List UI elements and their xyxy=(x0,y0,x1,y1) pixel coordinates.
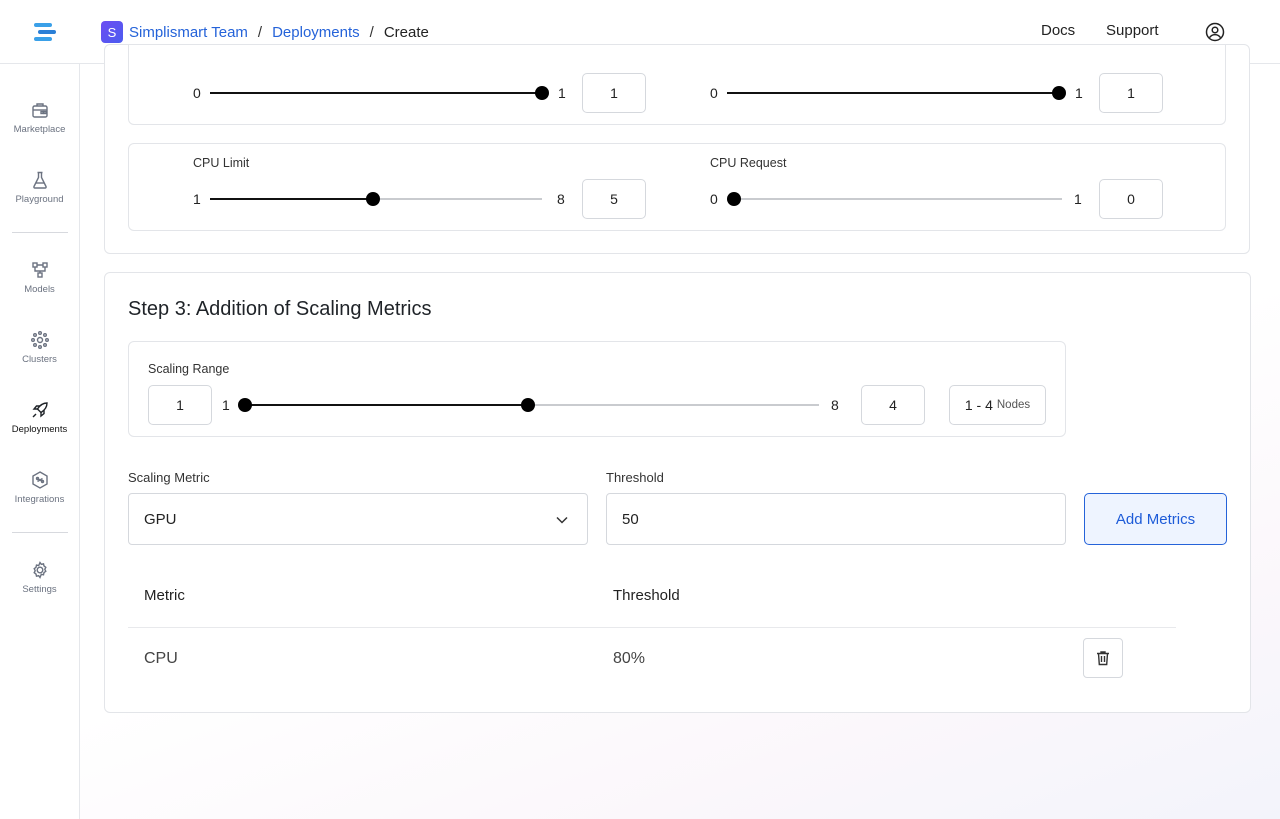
scaling-range-fill xyxy=(245,404,528,406)
breadcrumb-separator: / xyxy=(257,23,263,41)
threshold-label: Threshold xyxy=(606,470,664,485)
add-metrics-button[interactable]: Add Metrics xyxy=(1084,493,1227,545)
table-cell-metric: CPU xyxy=(144,650,178,667)
slider-value-input[interactable]: 1 xyxy=(582,73,646,113)
breadcrumb-deployments-link[interactable]: Deployments xyxy=(272,24,360,41)
scaling-range-high-input[interactable]: 4 xyxy=(861,385,925,425)
threshold-input[interactable]: 50 xyxy=(606,493,1066,545)
trash-icon xyxy=(1097,651,1109,666)
table-divider xyxy=(128,627,1176,628)
table-cell-threshold: 80% xyxy=(613,650,646,667)
sidebar-item-label: Marketplace xyxy=(13,124,66,135)
slider-fill xyxy=(727,92,1059,94)
models-icon xyxy=(31,262,48,278)
docs-link[interactable]: Docs xyxy=(1041,22,1075,39)
breadcrumb-current: Create xyxy=(383,23,429,41)
slider-max-label: 1 xyxy=(1075,85,1083,101)
marketplace-icon xyxy=(31,103,48,118)
cpu-limit-min: 1 xyxy=(193,191,201,207)
scaling-metric-label: Scaling Metric xyxy=(128,470,210,485)
cpu-request-max: 1 xyxy=(1074,191,1082,207)
scaling-metric-select[interactable]: GPU xyxy=(128,493,588,545)
step3-card: Step 3: Addition of Scaling Metrics Scal… xyxy=(104,272,1251,713)
breadcrumb-team-link[interactable]: Simplismart Team xyxy=(129,24,248,41)
team-avatar: S xyxy=(101,21,123,43)
sidebar-item-integrations[interactable]: Integrations xyxy=(0,470,79,520)
cpu-request-track[interactable] xyxy=(734,198,1062,200)
sidebar-item-playground[interactable]: Playground xyxy=(0,170,79,220)
sidebar-item-deployments[interactable]: Deployments xyxy=(0,400,79,450)
sidebar-item-clusters[interactable]: Clusters xyxy=(0,330,79,380)
cpu-limit-max: 8 xyxy=(557,191,565,207)
cpu-request-min: 0 xyxy=(710,191,718,207)
scaling-range-min: 1 xyxy=(222,397,230,413)
slider-min-label: 0 xyxy=(193,85,201,101)
cpu-request-thumb[interactable] xyxy=(727,192,741,206)
sidebar-item-label: Deployments xyxy=(11,424,68,435)
delete-metric-button[interactable] xyxy=(1083,638,1123,678)
breadcrumb-separator: / xyxy=(369,23,374,41)
scaling-range-summary-unit: Nodes xyxy=(996,399,1031,411)
slider-fill xyxy=(210,92,542,94)
resource-row-cpu: CPU Limit 1 8 5 CPU Request 0 1 0 xyxy=(128,143,1226,231)
sidebar: Marketplace Playground Models Clusters D… xyxy=(0,64,80,819)
step3-title: Step 3: Addition of Scaling Metrics xyxy=(128,298,432,320)
resource-row-top: 0 1 1 0 1 1 xyxy=(128,45,1226,125)
cpu-limit-input[interactable]: 5 xyxy=(582,179,646,219)
scaling-range-card: Scaling Range 1 1 8 4 1 - 4 Nodes xyxy=(128,341,1066,437)
sidebar-item-label: Playground xyxy=(15,194,64,205)
sidebar-item-models[interactable]: Models xyxy=(0,260,79,310)
sidebar-item-label: Models xyxy=(24,284,55,295)
sidebar-item-label: Settings xyxy=(22,584,57,595)
flask-icon xyxy=(32,171,47,189)
scaling-range-low-input[interactable]: 1 xyxy=(148,385,212,425)
scaling-metric-value: GPU xyxy=(144,510,177,528)
integrations-icon xyxy=(31,471,48,489)
main-content: 0 1 1 0 1 1 CPU Limit 1 8 5 CPU Request … xyxy=(80,44,1280,819)
scaling-range-max: 8 xyxy=(831,397,839,413)
user-account-icon[interactable] xyxy=(1205,22,1225,42)
chevron-down-icon xyxy=(556,516,568,524)
support-link[interactable]: Support xyxy=(1106,22,1159,39)
slider-thumb[interactable] xyxy=(1052,86,1066,100)
sidebar-item-settings[interactable]: Settings xyxy=(0,560,79,610)
table-header-metric: Metric xyxy=(144,587,185,604)
step2-card: 0 1 1 0 1 1 CPU Limit 1 8 5 CPU Request … xyxy=(104,44,1250,254)
slider-max-label: 1 xyxy=(558,85,566,101)
cpu-limit-fill xyxy=(210,198,373,200)
slider-thumb[interactable] xyxy=(535,86,549,100)
sidebar-divider xyxy=(12,532,68,533)
table-header-threshold: Threshold xyxy=(613,587,680,604)
sidebar-divider xyxy=(12,232,68,233)
cpu-request-label: CPU Request xyxy=(710,156,787,170)
slider-value-input[interactable]: 1 xyxy=(1099,73,1163,113)
clusters-icon xyxy=(30,331,49,349)
sidebar-item-label: Clusters xyxy=(22,354,57,365)
cpu-limit-label: CPU Limit xyxy=(193,156,250,170)
breadcrumb: S Simplismart Team / Deployments / Creat… xyxy=(101,21,429,43)
scaling-range-low-thumb[interactable] xyxy=(238,398,252,412)
rocket-icon xyxy=(32,402,48,418)
sidebar-item-label: Integrations xyxy=(14,494,65,505)
sidebar-item-marketplace[interactable]: Marketplace xyxy=(0,100,79,150)
scaling-range-summary: 1 - 4 Nodes xyxy=(949,385,1046,425)
slider-min-label: 0 xyxy=(710,85,718,101)
scaling-range-summary-value: 1 - 4 xyxy=(964,397,993,413)
scaling-range-label: Scaling Range xyxy=(148,362,230,376)
gear-icon xyxy=(32,561,47,579)
cpu-request-input[interactable]: 0 xyxy=(1099,179,1163,219)
cpu-limit-thumb[interactable] xyxy=(366,192,380,206)
simplismart-logo-icon[interactable] xyxy=(32,20,58,44)
scaling-range-high-thumb[interactable] xyxy=(521,398,535,412)
